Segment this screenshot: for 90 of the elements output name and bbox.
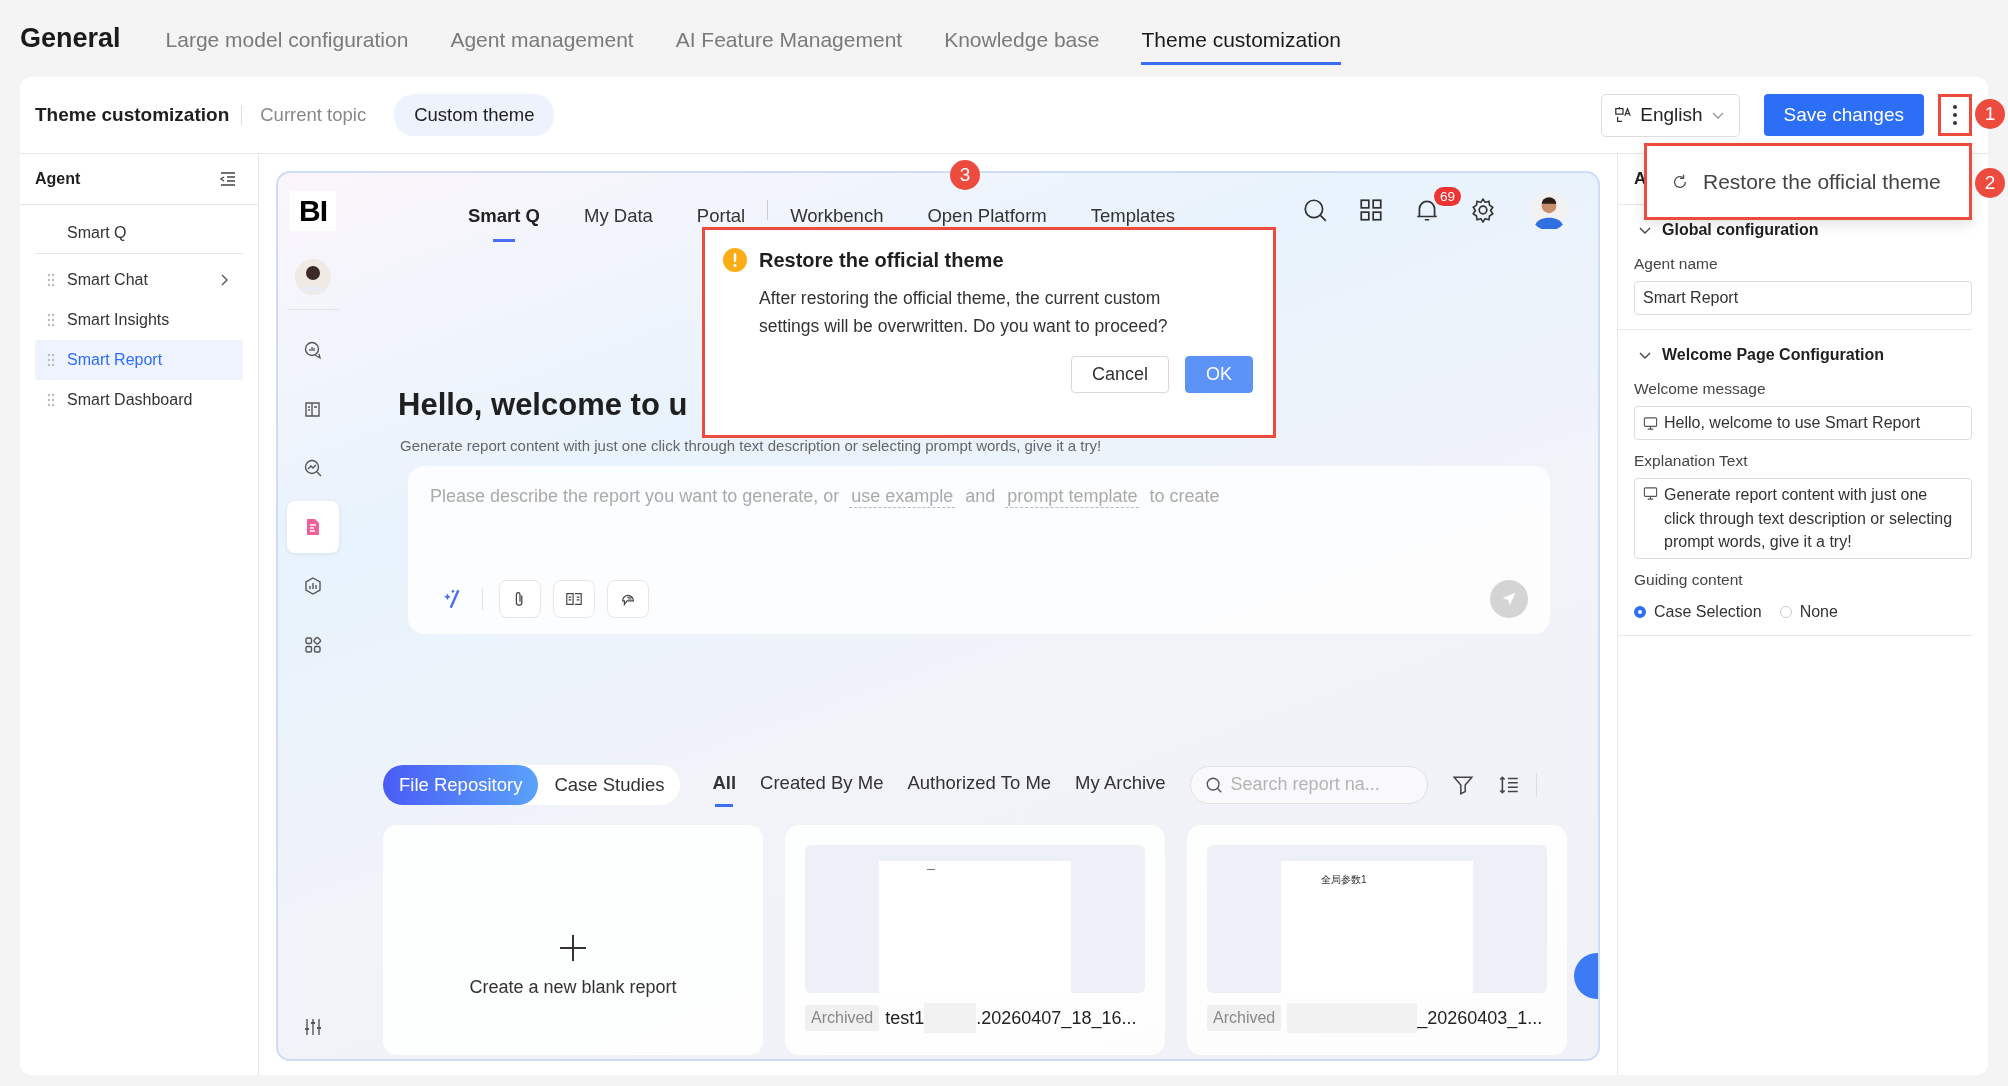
plus-icon xyxy=(558,932,588,963)
refresh-icon xyxy=(1671,172,1689,191)
theme-tab[interactable]: Current topic xyxy=(254,94,387,136)
nav-tab[interactable]: Large model configuration xyxy=(165,18,409,65)
radio-option[interactable]: Case Selection xyxy=(1634,602,1762,621)
nav-tab[interactable]: Knowledge base xyxy=(944,18,1100,65)
field-label: Explanation Text xyxy=(1634,451,1749,471)
theme-tab[interactable]: Custom theme xyxy=(394,94,555,136)
drag-handle-icon[interactable] xyxy=(47,393,55,407)
attach-button[interactable] xyxy=(499,580,541,618)
report-name: .20260407_18_16... xyxy=(976,1007,1137,1029)
nav-tab[interactable]: AI Feature Management xyxy=(675,18,903,65)
text-field[interactable]: Hello, welcome to use Smart Report xyxy=(1634,406,1972,440)
report-card[interactable]: 全局参数1 Archived _20260403_1... xyxy=(1187,825,1567,1055)
prompt-placeholder: Please describe the report you want to generate, or xyxy=(430,486,840,508)
analysis-icon xyxy=(303,458,323,478)
logo: BI xyxy=(290,191,336,231)
filter-tab[interactable]: Authorized To Me xyxy=(907,762,1052,807)
status-tag: Archived xyxy=(805,1005,880,1031)
section-header[interactable]: Global configuration xyxy=(1634,213,1972,243)
report-card[interactable]: Archived test1 .20260407_18_16... xyxy=(785,825,1165,1055)
report-name: _20260403_1... xyxy=(1417,1007,1543,1029)
filter-tab[interactable]: All xyxy=(712,762,737,807)
monitor-icon xyxy=(1643,486,1658,501)
sidebar-item[interactable]: Smart Dashboard xyxy=(35,380,243,420)
dashboard-icon xyxy=(303,576,323,596)
text-field[interactable]: Generate report content with just one click through text description or selecting prompt words, give it a try! xyxy=(1634,478,1972,559)
rail-item[interactable] xyxy=(287,501,339,553)
nav-link[interactable]: My Data xyxy=(583,192,653,242)
dialog-message: After restoring the official theme, the current custom settings will be overwritten. Do you want to proceed? xyxy=(759,287,1169,338)
sidebar-item[interactable]: Smart Insights xyxy=(35,300,243,340)
drag-handle-icon[interactable] xyxy=(47,313,55,327)
save-button[interactable]: Save changes xyxy=(1763,94,1924,136)
prompt-placeholder: to create xyxy=(1149,486,1220,508)
apps-icon xyxy=(303,635,323,655)
radio-option[interactable]: None xyxy=(1779,602,1838,621)
book-icon xyxy=(565,590,583,608)
translate-icon xyxy=(1614,106,1633,124)
section-title: Theme customization xyxy=(35,104,230,126)
text-field[interactable]: Smart Report xyxy=(1634,281,1972,315)
welcome-subtitle: Generate report content with just one click through text description or selecting prompt words, give it a try! xyxy=(400,437,1103,454)
cancel-button[interactable]: Cancel xyxy=(1070,356,1169,393)
search-icon[interactable] xyxy=(1302,197,1328,223)
language-select[interactable]: English xyxy=(1601,93,1740,137)
field-label: Welcome message xyxy=(1634,379,1767,399)
chat-icon xyxy=(303,340,323,360)
filter-tab[interactable]: My Archive xyxy=(1075,762,1166,807)
field-label: Guiding content xyxy=(1634,569,1744,590)
warning-icon xyxy=(723,248,747,272)
status-tag: Archived xyxy=(1207,1005,1282,1031)
nav-link[interactable]: Smart Q xyxy=(468,192,540,242)
knowledge-button[interactable] xyxy=(553,580,595,618)
library-tab[interactable]: File Repository xyxy=(383,764,539,805)
more-icon xyxy=(1952,104,1958,126)
field-label: Agent name xyxy=(1634,254,1719,274)
avatar[interactable] xyxy=(295,259,331,295)
settings-icon[interactable] xyxy=(1470,197,1496,223)
page-title: General xyxy=(20,23,121,54)
sliders-icon[interactable] xyxy=(303,1017,323,1037)
search-icon xyxy=(1204,775,1223,794)
sidebar-title: Agent xyxy=(35,170,81,188)
prompt-button[interactable] xyxy=(607,580,649,618)
filter-tab[interactable]: Created By Me xyxy=(760,762,884,807)
drag-handle-icon[interactable] xyxy=(47,273,55,287)
nav-tab[interactable]: Agent management xyxy=(450,18,634,65)
more-button[interactable] xyxy=(1938,94,1972,136)
nav-tab[interactable]: Theme customization xyxy=(1141,18,1342,65)
user-avatar[interactable] xyxy=(1530,191,1568,229)
section-header[interactable]: Welcome Page Configuration xyxy=(1634,338,1972,368)
sidebar-item[interactable]: Smart Chat xyxy=(35,260,243,300)
grid-icon[interactable] xyxy=(1358,197,1384,223)
annotation-badge: 2 xyxy=(1975,168,2005,198)
collapse-icon[interactable] xyxy=(218,169,238,189)
card-label: Create a new blank report xyxy=(469,976,677,998)
annotation-badge: 1 xyxy=(1975,99,2005,129)
report-name: test1 xyxy=(885,1007,925,1029)
menu-item[interactable]: Restore the official theme xyxy=(1647,169,1941,194)
prompt-placeholder: and xyxy=(965,486,996,508)
notification-badge: 69 xyxy=(1434,187,1462,206)
book-icon xyxy=(303,399,323,419)
welcome-heading: Hello, welcome to u xyxy=(398,387,689,423)
monitor-icon xyxy=(1643,416,1658,431)
dialog-title: Restore the official theme xyxy=(759,248,1004,272)
create-report-card[interactable]: Create a new blank report xyxy=(383,825,763,1055)
drag-handle-icon[interactable] xyxy=(47,353,55,367)
library-tab[interactable]: Case Studies xyxy=(538,764,681,805)
sidebar-item[interactable]: Smart Report xyxy=(35,340,243,380)
sidebar-item[interactable]: Smart Q xyxy=(35,213,243,254)
sort-icon[interactable] xyxy=(1497,773,1520,796)
thumbnail-text: 全局参数1 xyxy=(1321,874,1367,885)
